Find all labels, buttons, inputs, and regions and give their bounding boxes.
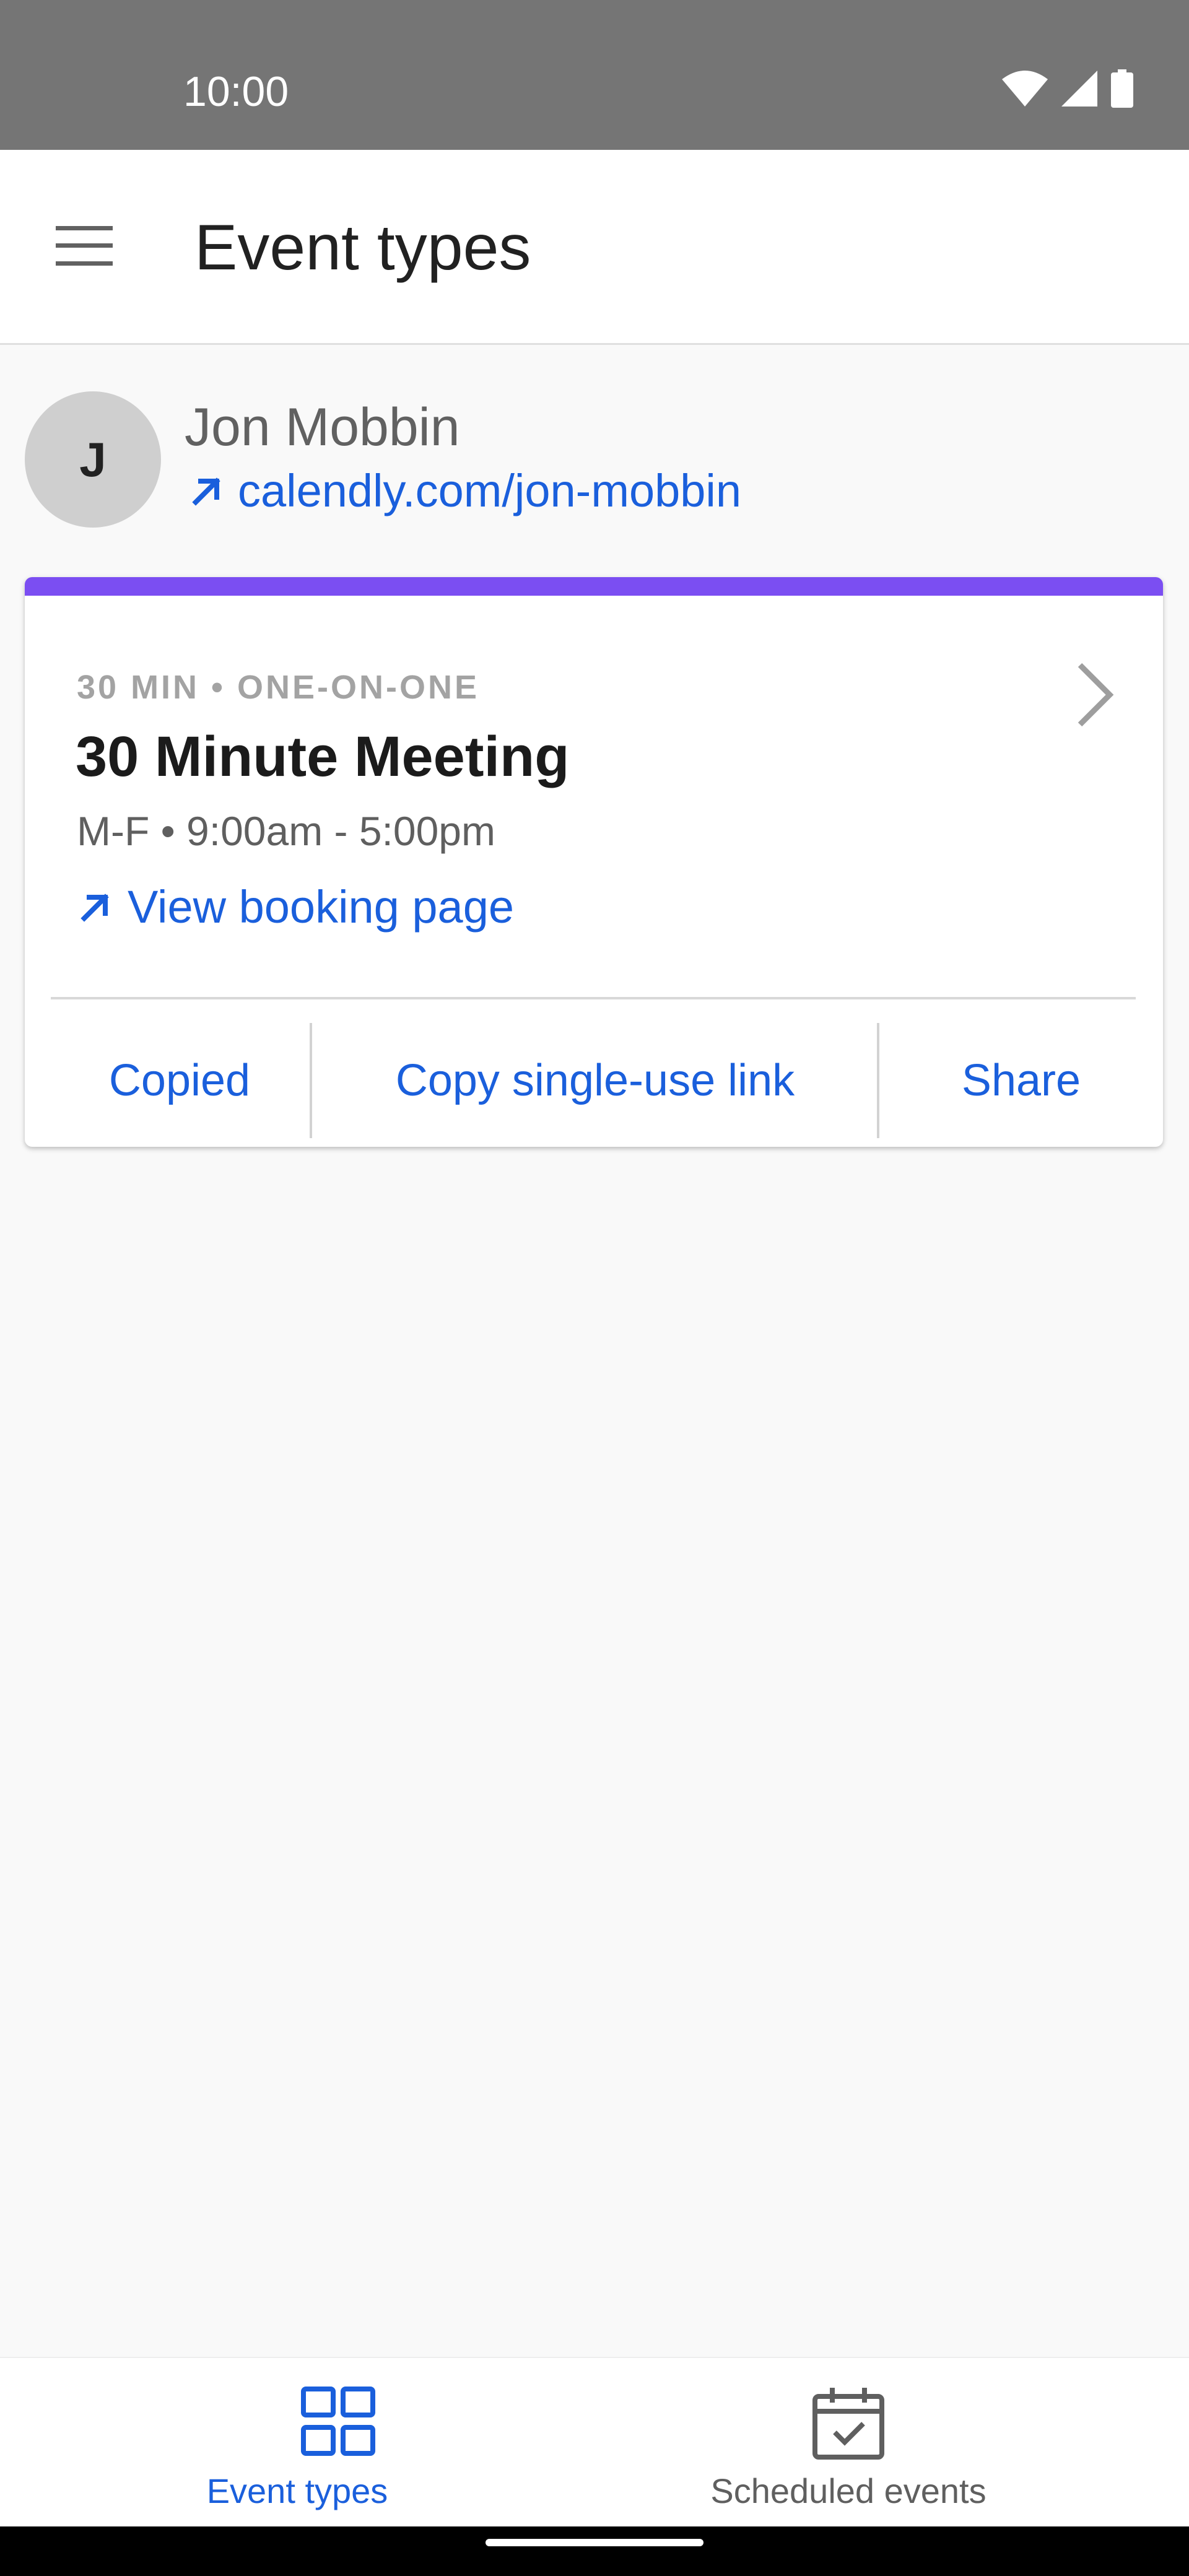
avatar-initial: J — [79, 432, 107, 487]
copy-single-use-link-button[interactable]: Copy single-use link — [312, 1022, 878, 1139]
menu-button[interactable] — [43, 212, 125, 280]
share-button[interactable]: Share — [879, 1022, 1163, 1139]
profile-name: Jon Mobbin — [185, 398, 460, 457]
calendar-check-icon — [812, 2388, 884, 2460]
hamburger-menu-icon — [56, 226, 113, 266]
view-booking-page-link[interactable]: View booking page — [79, 879, 514, 935]
nav-label-event-types: Event types — [206, 2471, 388, 2510]
page-title: Event types — [194, 212, 531, 284]
card-divider — [51, 997, 1136, 999]
grid-icon — [301, 2387, 375, 2456]
app-bar: Event types — [0, 150, 1189, 345]
bottom-navigation: Event types Scheduled events — [0, 2357, 1189, 2528]
system-navigation-bar — [0, 2526, 1189, 2576]
signal-icon — [1061, 71, 1097, 107]
event-title: 30 Minute Meeting — [76, 725, 570, 788]
status-time: 10:00 — [183, 68, 289, 115]
profile-link[interactable]: calendly.com/jon-mobbin — [191, 463, 741, 519]
wifi-icon — [1002, 71, 1048, 107]
profile-link-text: calendly.com/jon-mobbin — [238, 465, 742, 516]
home-handle[interactable] — [486, 2539, 703, 2546]
avatar: J — [25, 391, 161, 528]
battery-icon — [1111, 69, 1133, 108]
nav-item-scheduled-events[interactable]: Scheduled events — [551, 2358, 1146, 2528]
nav-item-event-types[interactable]: Event types — [0, 2358, 594, 2528]
arrow-up-right-icon — [192, 477, 220, 506]
chevron-right-icon[interactable] — [1071, 658, 1121, 732]
status-icons — [1002, 67, 1133, 110]
view-booking-page-label: View booking page — [128, 881, 515, 933]
nav-label-scheduled-events: Scheduled events — [710, 2471, 986, 2510]
arrow-up-right-icon — [81, 894, 109, 922]
event-type-card[interactable]: 30 MIN • ONE-ON-ONE 30 Minute Meeting M-… — [25, 577, 1163, 1147]
event-schedule: M-F • 9:00am - 5:00pm — [77, 808, 495, 854]
event-meta: 30 MIN • ONE-ON-ONE — [77, 669, 479, 706]
status-bar: 10:00 — [0, 0, 1189, 150]
copied-button[interactable]: Copied — [50, 1022, 310, 1139]
